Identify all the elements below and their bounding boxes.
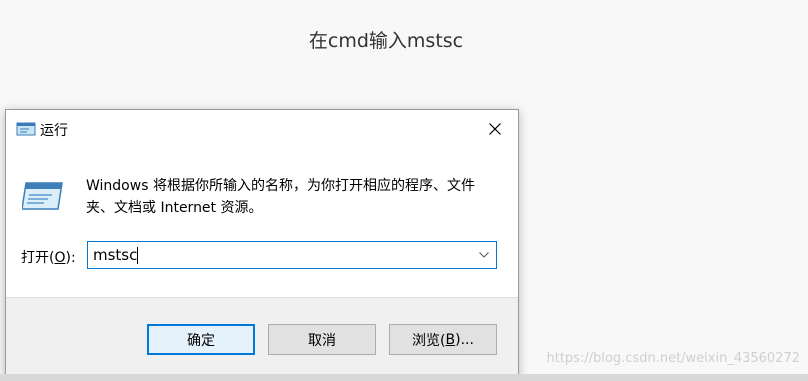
- dialog-title: 运行: [40, 123, 68, 139]
- open-label-suffix: ):: [65, 250, 76, 266]
- close-icon: [489, 123, 501, 135]
- chevron-down-icon: [479, 252, 489, 258]
- open-input[interactable]: mstsc: [87, 241, 497, 269]
- run-app-icon: [16, 122, 36, 136]
- ok-button[interactable]: 确定: [147, 324, 255, 355]
- run-dialog: 运行 Windows 将根据你所输入的名称，为你打开相应的程序、文件夹、文档或 …: [5, 109, 519, 379]
- open-label-accelerator: O: [54, 250, 66, 266]
- close-button[interactable]: [472, 110, 518, 148]
- open-label-prefix: 打开(: [21, 250, 55, 266]
- button-bar: 确定 取消 浏览(B)...: [6, 297, 518, 379]
- dropdown-button[interactable]: [474, 243, 494, 267]
- bottom-strip: [0, 374, 808, 381]
- browse-label-prefix: 浏览(: [412, 332, 446, 349]
- browse-label-suffix: )...: [455, 331, 474, 348]
- instruction-caption: 在cmd输入mstsc: [308, 30, 464, 52]
- browse-button[interactable]: 浏览(B)...: [389, 324, 497, 355]
- browse-label-accelerator: B: [445, 331, 456, 348]
- run-program-icon: [22, 182, 63, 210]
- dialog-description: Windows 将根据你所输入的名称，为你打开相应的程序、文件夹、文档或 Int…: [86, 178, 475, 216]
- open-label: 打开(O):: [21, 247, 76, 267]
- cancel-button[interactable]: 取消: [268, 324, 376, 355]
- text-caret: [137, 247, 138, 264]
- open-input-value: mstsc: [93, 246, 138, 264]
- watermark: https://blog.csdn.net/weixin_43560272: [546, 351, 800, 366]
- title-bar: 运行: [6, 110, 518, 148]
